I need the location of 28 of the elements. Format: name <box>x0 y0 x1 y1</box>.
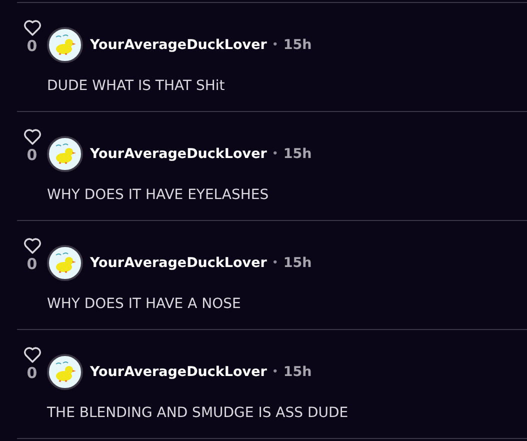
author-link[interactable]: YourAverageDuckLover <box>90 362 267 382</box>
timestamp: 15h <box>283 36 312 55</box>
like-count: 0 <box>26 146 38 164</box>
separator-dot: • <box>272 36 278 53</box>
like-button[interactable] <box>22 18 42 36</box>
timestamp: 15h <box>283 254 312 273</box>
like-button[interactable] <box>22 236 42 254</box>
heart-icon <box>22 346 42 362</box>
comment-text: WHY DOES IT HAVE A NOSE <box>47 295 242 314</box>
comment-text: THE BLENDING AND SMUDGE IS ASS DUDE <box>47 404 348 423</box>
author-link[interactable]: YourAverageDuckLover <box>90 252 267 274</box>
like-button[interactable] <box>22 345 42 363</box>
timestamp: 15h <box>283 362 312 382</box>
like-button[interactable] <box>22 127 42 145</box>
comment-text: DUDE WHAT IS THAT SHit <box>47 77 226 96</box>
timestamp: 15h <box>283 144 312 164</box>
author-link[interactable]: YourAverageDuckLover <box>90 144 267 164</box>
separator-dot: • <box>272 364 278 380</box>
heart-icon <box>22 128 42 144</box>
like-count: 0 <box>26 255 38 273</box>
heart-icon <box>22 236 42 254</box>
separator-dot: • <box>272 254 278 271</box>
separator-dot: • <box>272 146 278 162</box>
heart-icon <box>22 18 42 36</box>
like-count: 0 <box>26 37 38 55</box>
author-link[interactable]: YourAverageDuckLover <box>90 34 267 56</box>
comment-text: WHY DOES IT HAVE EYELASHES <box>47 186 270 205</box>
like-count: 0 <box>26 364 38 382</box>
